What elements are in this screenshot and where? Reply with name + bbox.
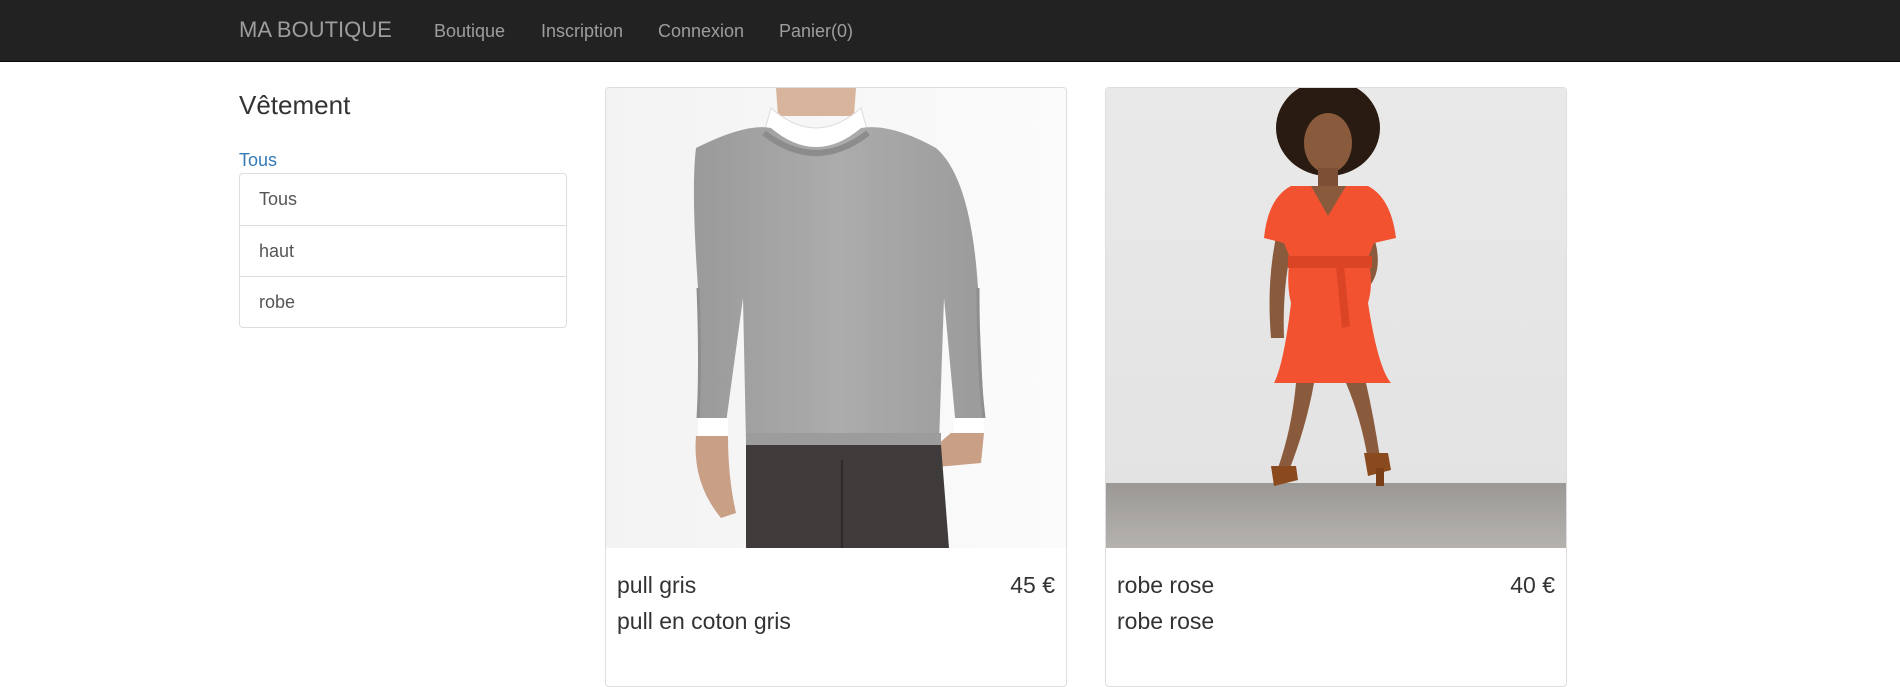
- sidebar-title: Vêtement: [239, 90, 351, 120]
- product-name: robe rose: [1117, 572, 1215, 598]
- nav-link-connexion[interactable]: Connexion: [658, 21, 744, 42]
- category-item-haut[interactable]: haut: [240, 225, 566, 276]
- current-category-link[interactable]: Tous: [239, 150, 277, 171]
- category-item-tous[interactable]: Tous: [240, 174, 566, 225]
- category-item-robe[interactable]: robe: [240, 276, 566, 327]
- brand-link[interactable]: MA BOUTIQUE: [239, 17, 392, 43]
- nav-link-panier[interactable]: Panier(0): [779, 21, 853, 42]
- product-card-pull-gris[interactable]: pull gris 45 € pull en coton gris: [605, 87, 1067, 687]
- top-navbar: MA BOUTIQUE Boutique Inscription Connexi…: [0, 0, 1900, 62]
- product-card-robe-rose[interactable]: robe rose 40 € robe rose: [1105, 87, 1567, 687]
- category-list: Tous haut robe: [239, 173, 567, 328]
- nav-link-boutique[interactable]: Boutique: [434, 21, 505, 42]
- product-price: 45 €: [1010, 572, 1055, 598]
- nav-link-inscription[interactable]: Inscription: [541, 21, 623, 42]
- product-image-dress[interactable]: [1106, 88, 1566, 548]
- product-name: pull gris: [617, 572, 697, 598]
- product-description: robe rose: [1117, 608, 1215, 634]
- product-description: pull en coton gris: [617, 608, 791, 634]
- product-price: 40 €: [1510, 572, 1555, 598]
- product-image-sweater[interactable]: [606, 88, 1066, 548]
